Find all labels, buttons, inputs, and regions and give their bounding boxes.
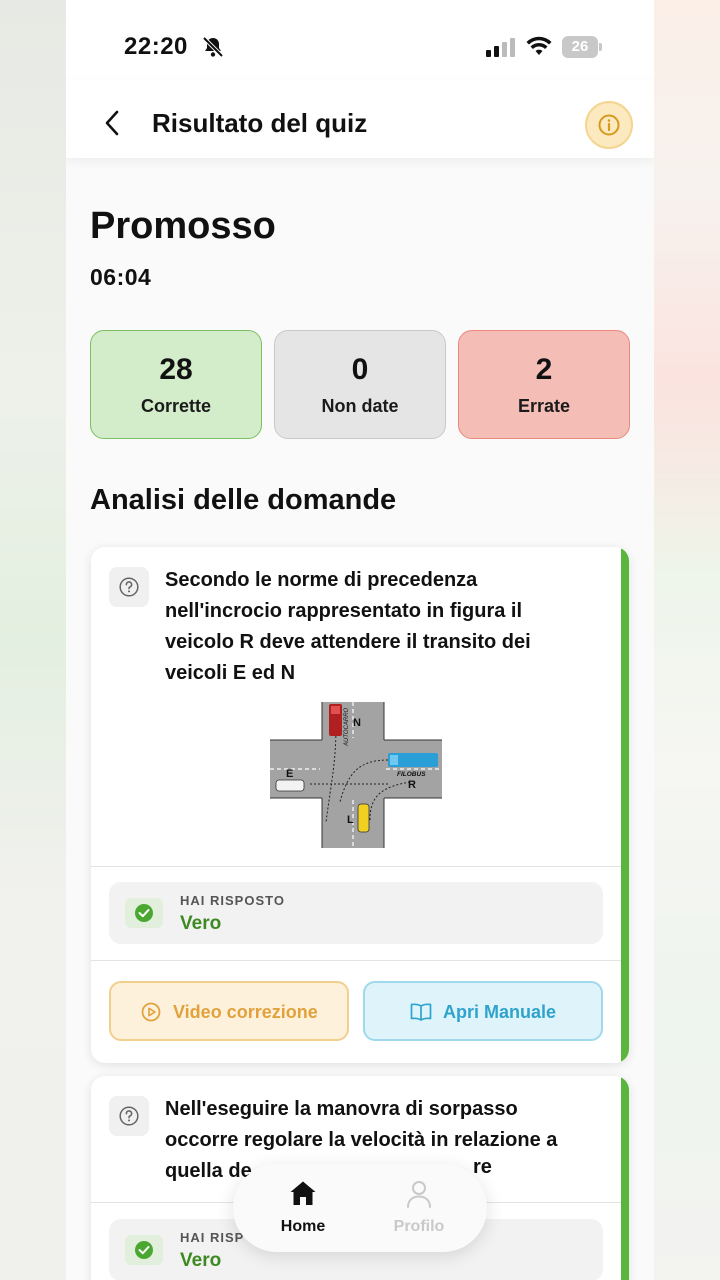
stat-correct-value: 28 [159, 353, 193, 386]
stat-unanswered: 0 Non date [274, 330, 446, 439]
app-screen: 22:20 26 Risultato del quiz Promosso 06:… [66, 0, 654, 1280]
nav-home[interactable]: Home [253, 1180, 353, 1240]
book-open-icon [410, 1003, 432, 1021]
figure-label-l: L [347, 814, 354, 826]
answer-label: HAI RISP [180, 1230, 245, 1245]
background-left [0, 0, 66, 1280]
result-time: 06:04 [90, 264, 152, 290]
info-icon [598, 114, 620, 136]
question-text: Secondo le norme di precedenza nell'incr… [165, 569, 531, 684]
open-manual-label: Apri Manuale [443, 1002, 557, 1022]
divider [91, 866, 621, 867]
back-chevron-icon[interactable] [104, 110, 120, 136]
bottom-navigation: Home Profilo [233, 1164, 487, 1252]
answer-value: Vero [180, 913, 222, 934]
cellular-signal-icon [486, 38, 515, 57]
correct-accent-bar [621, 1076, 629, 1280]
stat-unanswered-value: 0 [351, 353, 369, 386]
user-icon [407, 1181, 431, 1208]
answer-box: HAI RISPOSTO Vero [109, 882, 603, 944]
page-title: Risultato del quiz [152, 108, 368, 138]
result-status: Promosso [90, 205, 276, 247]
video-correction-label: Video correzione [173, 1002, 318, 1022]
question-mark-icon [119, 577, 139, 597]
open-manual-button[interactable]: Apri Manuale [363, 981, 603, 1041]
stat-wrong-value: 2 [535, 353, 553, 386]
clock: 22:20 [124, 33, 188, 60]
background-right [654, 0, 720, 1280]
status-bar: 22:20 26 [66, 0, 654, 80]
section-title: Analisi delle domande [90, 484, 397, 516]
figure-label-truck: AUTOCARRO [344, 707, 350, 747]
figure-label-r: R [408, 779, 416, 791]
nav-profile[interactable]: Profilo [369, 1180, 469, 1240]
question-icon-box [109, 567, 149, 607]
answer-label: HAI RISPOSTO [180, 893, 285, 908]
question-text-tail: re [473, 1156, 492, 1178]
stat-correct-label: Corrette [140, 396, 211, 416]
info-button[interactable] [585, 101, 633, 149]
wifi-icon [526, 36, 552, 55]
figure-label-n: N [353, 717, 361, 729]
correct-accent-bar [621, 547, 629, 1063]
home-icon [290, 1181, 316, 1205]
answer-value: Vero [180, 1250, 222, 1271]
figure-label-bus: FILOBUS [397, 771, 426, 778]
divider [91, 960, 621, 961]
silent-bell-icon [202, 36, 224, 58]
intersection-figure: N AUTOCARRO FILOBUS E R L [270, 702, 442, 848]
battery-level: 26 [571, 38, 589, 55]
battery-indicator: 26 [562, 36, 602, 58]
question-icon-box [109, 1096, 149, 1136]
question-mark-icon [119, 1106, 139, 1126]
video-correction-button[interactable]: Video correzione [109, 981, 349, 1041]
stat-correct: 28 Corrette [90, 330, 262, 439]
stat-wrong-label: Errate [517, 396, 571, 416]
nav-home-label: Home [280, 1218, 326, 1235]
stat-unanswered-label: Non date [321, 396, 399, 416]
nav-profile-label: Profilo [393, 1218, 445, 1235]
check-circle-icon [125, 898, 163, 928]
figure-label-e: E [286, 768, 293, 780]
check-circle-icon [125, 1235, 163, 1265]
play-circle-icon [141, 1002, 161, 1022]
stat-wrong: 2 Errate [458, 330, 630, 439]
question-card: Secondo le norme di precedenza nell'incr… [91, 547, 629, 1063]
top-app-bar: Risultato del quiz [66, 80, 654, 158]
